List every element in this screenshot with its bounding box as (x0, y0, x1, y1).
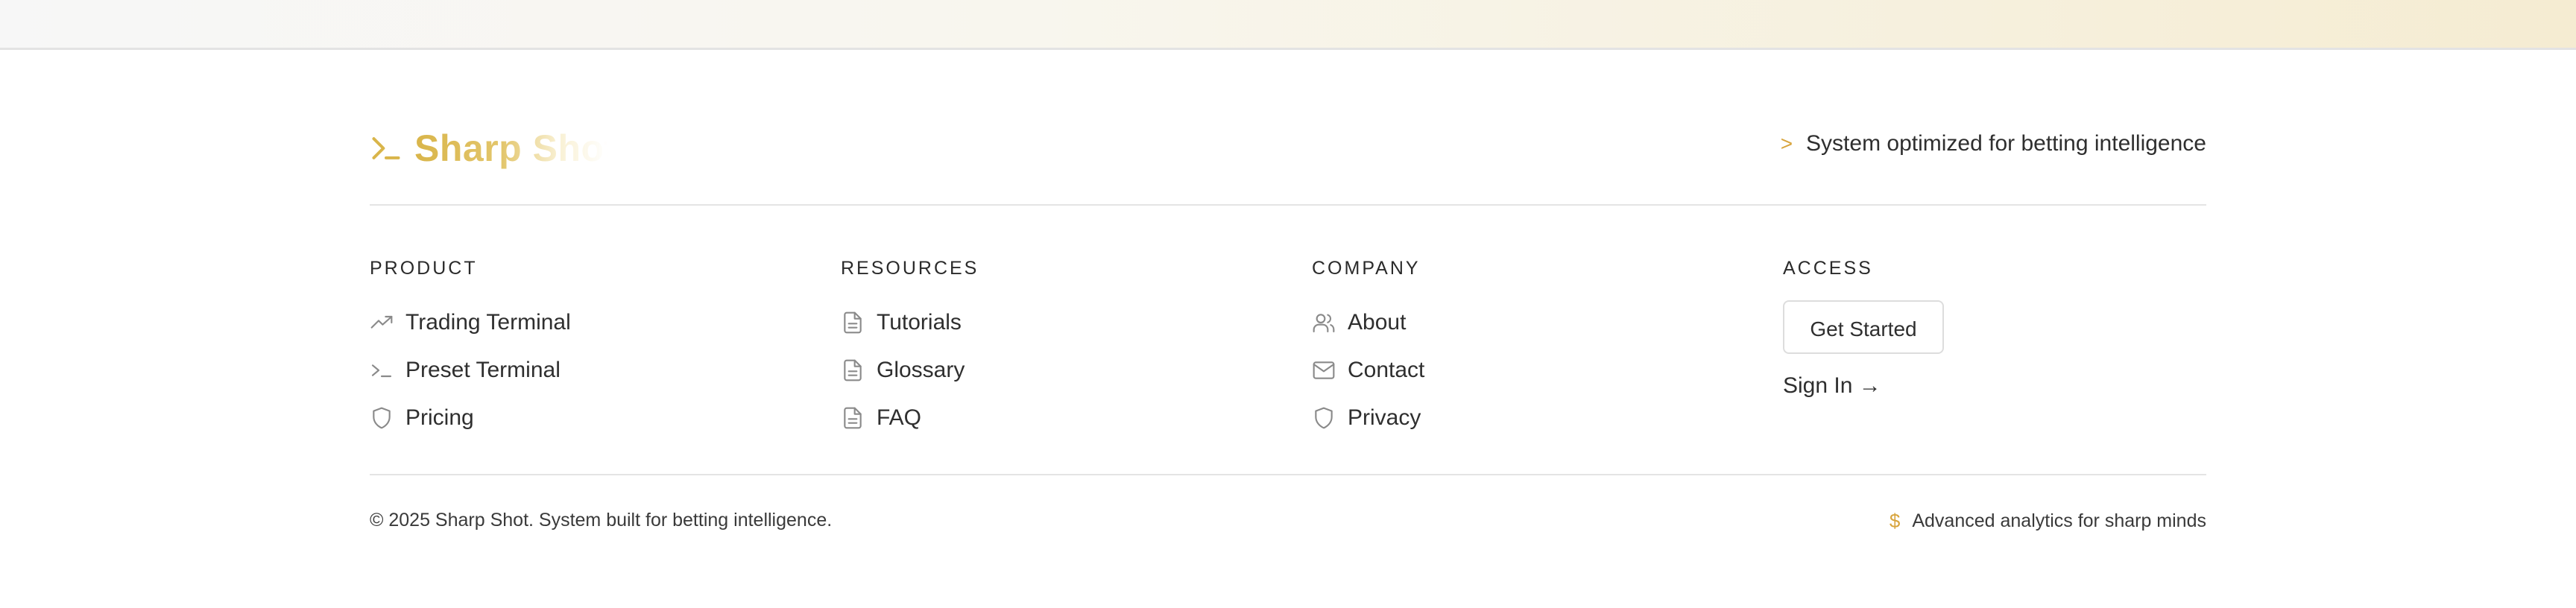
link-preset-terminal[interactable]: Preset Terminal (370, 346, 571, 394)
dollar-icon: $ (1889, 510, 1901, 532)
analytics-tagline: $ Advanced analytics for sharp minds (1890, 510, 2206, 533)
sign-in-link[interactable]: Sign In → (1783, 373, 1944, 399)
footer-bottom: © 2025 Sharp Shot. System built for bett… (370, 475, 2206, 572)
link-label: Privacy (1348, 405, 1421, 430)
link-privacy[interactable]: Privacy (1312, 394, 1424, 442)
link-label: Trading Terminal (405, 310, 571, 335)
resources-column: RESOURCES Tutorials Glossary FAQ (841, 258, 979, 442)
document-icon (844, 359, 862, 381)
resources-heading: RESOURCES (841, 258, 979, 279)
link-label: Pricing (405, 405, 474, 430)
top-header-band (0, 0, 2576, 50)
link-label: Tutorials (877, 310, 962, 335)
document-icon (844, 407, 862, 429)
link-label: About (1348, 310, 1407, 335)
link-about[interactable]: About (1312, 299, 1424, 346)
mail-icon (1313, 361, 1335, 379)
link-faq[interactable]: FAQ (841, 394, 979, 442)
site-footer: Sharp Shot > System optimized for bettin… (370, 119, 2206, 572)
link-tutorials[interactable]: Tutorials (841, 299, 979, 346)
company-heading: COMPANY (1312, 258, 1421, 279)
brand-logo[interactable]: Sharp Shot (370, 127, 608, 170)
terminal-icon (371, 364, 392, 378)
caret-icon: > (1780, 132, 1793, 155)
tagline-text: System optimized for betting intelligenc… (1806, 131, 2206, 156)
shield-icon (1315, 407, 1333, 429)
document-icon (844, 311, 862, 334)
access-column: ACCESS Get Started Sign In → (1783, 258, 1944, 399)
link-contact[interactable]: Contact (1312, 346, 1424, 394)
get-started-button[interactable]: Get Started (1783, 300, 1944, 354)
product-heading: PRODUCT (370, 258, 478, 279)
link-glossary[interactable]: Glossary (841, 346, 979, 394)
terminal-prompt-icon (372, 137, 400, 159)
link-label: Preset Terminal (405, 358, 561, 382)
footer-columns: PRODUCT Trading Terminal Preset Terminal (370, 206, 2206, 474)
link-pricing[interactable]: Pricing (370, 394, 571, 442)
brand-name: Sharp Shot (414, 127, 608, 169)
copyright-text: © 2025 Sharp Shot. System built for bett… (370, 510, 833, 531)
analytics-text: Advanced analytics for sharp minds (1912, 510, 2206, 531)
trending-up-icon (370, 315, 393, 329)
company-column: COMPANY About Contact Privacy (1312, 258, 1424, 442)
users-icon (1313, 314, 1335, 333)
brand-row: Sharp Shot > System optimized for bettin… (370, 119, 2206, 204)
link-label: Glossary (877, 358, 965, 382)
link-label: FAQ (877, 405, 922, 430)
access-heading: ACCESS (1783, 258, 1873, 279)
tagline: > System optimized for betting intellige… (1781, 131, 2206, 156)
link-label: Contact (1348, 358, 1425, 382)
link-trading-terminal[interactable]: Trading Terminal (370, 299, 571, 346)
product-column: PRODUCT Trading Terminal Preset Terminal (370, 258, 571, 442)
shield-icon (373, 407, 391, 429)
